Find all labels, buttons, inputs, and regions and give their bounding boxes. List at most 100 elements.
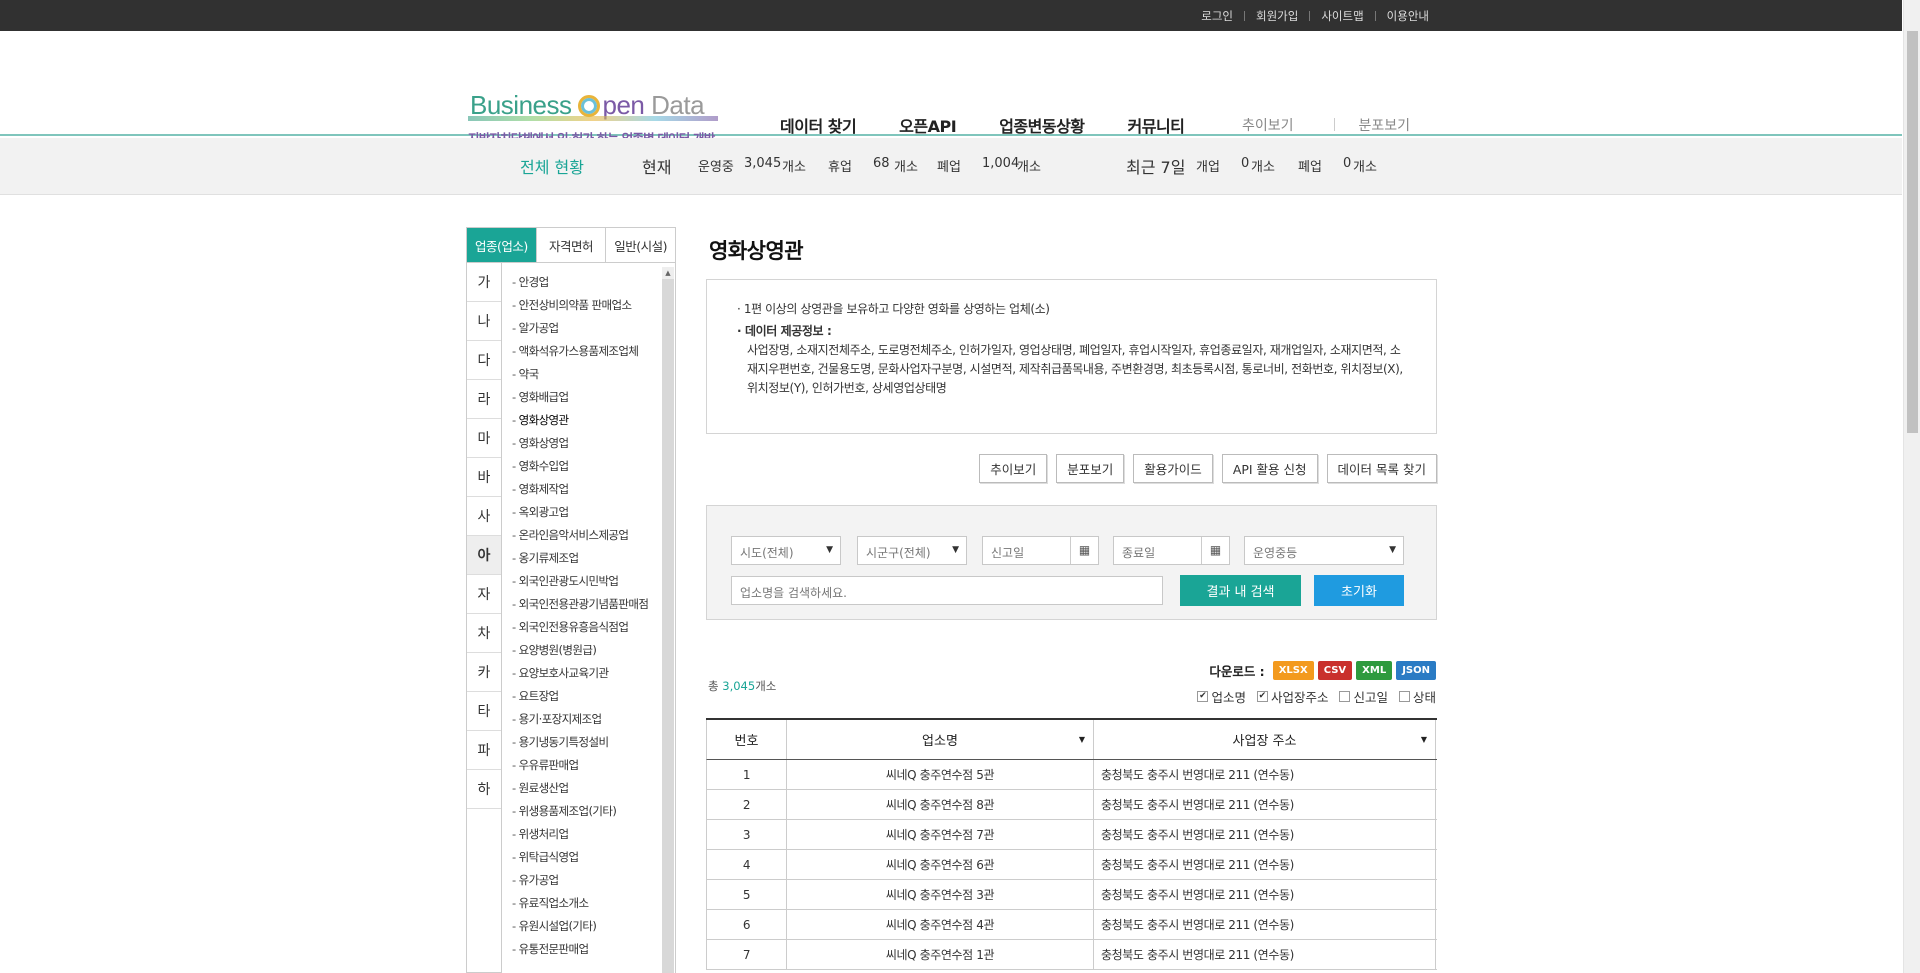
list-item[interactable]: 외국인전용관광기념품판매점: [502, 593, 675, 616]
tab-business[interactable]: 업종(업소): [467, 228, 537, 262]
table-row[interactable]: 3 씨네Q 충주연수점 7관 충청북도 충주시 번영대로 211 (연수동): [706, 820, 1437, 850]
checkbox[interactable]: ✔: [1256, 691, 1268, 702]
nav-data-find[interactable]: 데이터 찾기: [780, 113, 857, 137]
cell-name[interactable]: 씨네Q 충주연수점 4관: [787, 910, 1094, 939]
cell-name[interactable]: 씨네Q 충주연수점 7관: [787, 820, 1094, 849]
login-link[interactable]: 로그인: [1190, 8, 1244, 24]
end-date-input[interactable]: 종료일 ▦: [1113, 536, 1230, 565]
column-checkbox-name[interactable]: ✔ 업소명: [1197, 687, 1246, 706]
list-item[interactable]: 안전상비의약품 판매업소: [502, 294, 675, 317]
page-scrollbar[interactable]: [1903, 0, 1920, 973]
list-item[interactable]: 알가공업: [502, 317, 675, 340]
list-item[interactable]: 외국인관광도시민박업: [502, 570, 675, 593]
list-item[interactable]: 영화제작업: [502, 478, 675, 501]
distribution-button[interactable]: 분포보기: [1056, 454, 1125, 483]
cell-name[interactable]: 씨네Q 충주연수점 1관: [787, 940, 1094, 969]
list-item[interactable]: 위생처리업: [502, 823, 675, 846]
index-ha[interactable]: 하: [467, 770, 501, 809]
index-sa[interactable]: 사: [467, 497, 501, 536]
cell-name[interactable]: 씨네Q 충주연수점 5관: [787, 760, 1094, 789]
list-item[interactable]: 액화석유가스용품제조업체: [502, 340, 675, 363]
scrollbar-thumb[interactable]: [1907, 31, 1918, 433]
index-pa[interactable]: 파: [467, 731, 501, 770]
download-xlsx-button[interactable]: XLSX: [1272, 661, 1314, 680]
header-name[interactable]: 업소명 ▼: [787, 720, 1094, 759]
list-item[interactable]: 원료생산업: [502, 777, 675, 800]
index-ba[interactable]: 바: [467, 458, 501, 497]
status-select[interactable]: 운영중등 ▼: [1244, 536, 1404, 565]
download-csv-button[interactable]: CSV: [1317, 661, 1353, 680]
list-item[interactable]: 영화배급업: [502, 386, 675, 409]
sort-icon[interactable]: ▼: [1079, 735, 1085, 744]
checkbox[interactable]: [1339, 691, 1351, 702]
sigungu-select[interactable]: 시군구(전체) ▼: [857, 536, 967, 565]
data-list-button[interactable]: 데이터 목록 찾기: [1326, 454, 1437, 483]
index-da[interactable]: 다: [467, 341, 501, 380]
cell-name[interactable]: 씨네Q 충주연수점 8관: [787, 790, 1094, 819]
index-a[interactable]: 아: [467, 536, 501, 575]
list-item[interactable]: 위생용품제조업(기타): [502, 800, 675, 823]
calendar-icon[interactable]: ▦: [1070, 537, 1098, 564]
list-item[interactable]: 우유류판매업: [502, 754, 675, 777]
table-row[interactable]: 5 씨네Q 충주연수점 3관 충청북도 충주시 번영대로 211 (연수동): [706, 880, 1437, 910]
search-button[interactable]: 결과 내 검색: [1180, 575, 1301, 606]
category-scrollbar[interactable]: ▲: [662, 267, 674, 973]
table-row[interactable]: 4 씨네Q 충주연수점 6관 충청북도 충주시 번영대로 211 (연수동): [706, 850, 1437, 880]
checkbox[interactable]: [1398, 691, 1410, 702]
list-item[interactable]: 안경업: [502, 271, 675, 294]
list-item[interactable]: 유통전문판매업: [502, 938, 675, 961]
list-item[interactable]: 유가공업: [502, 869, 675, 892]
sido-select[interactable]: 시도(전체) ▼: [731, 536, 841, 565]
nav-industry-change[interactable]: 업종변동상황: [999, 113, 1085, 137]
signup-link[interactable]: 회원가입: [1245, 8, 1309, 24]
list-item-selected[interactable]: 영화상영관: [502, 409, 675, 432]
table-row[interactable]: 7 씨네Q 충주연수점 1관 충청북도 충주시 번영대로 211 (연수동): [706, 940, 1437, 970]
index-ka[interactable]: 카: [467, 653, 501, 692]
list-item[interactable]: 옹기류제조업: [502, 547, 675, 570]
sort-icon[interactable]: ▼: [1421, 735, 1427, 744]
index-cha[interactable]: 차: [467, 614, 501, 653]
tab-license[interactable]: 자격면허: [537, 228, 607, 262]
checkbox[interactable]: ✔: [1197, 691, 1209, 702]
list-item[interactable]: 용기·포장지제조업: [502, 708, 675, 731]
column-checkbox-address[interactable]: ✔ 사업장주소: [1256, 687, 1328, 706]
nav-trend[interactable]: 추이보기: [1242, 115, 1294, 135]
nav-distribution[interactable]: 분포보기: [1359, 115, 1411, 135]
nav-open-api[interactable]: 오픈API: [899, 113, 957, 137]
list-item[interactable]: 옥외광고업: [502, 501, 675, 524]
start-date-input[interactable]: 신고일 ▦: [982, 536, 1099, 565]
index-ga[interactable]: 가: [467, 263, 501, 302]
index-ma[interactable]: 마: [467, 419, 501, 458]
table-row[interactable]: 6 씨네Q 충주연수점 4관 충청북도 충주시 번영대로 211 (연수동): [706, 910, 1437, 940]
list-item[interactable]: 외국인전용유흥음식점업: [502, 616, 675, 639]
table-row[interactable]: 2 씨네Q 충주연수점 8관 충청북도 충주시 번영대로 211 (연수동): [706, 790, 1437, 820]
reset-button[interactable]: 초기화: [1314, 575, 1404, 606]
cell-name[interactable]: 씨네Q 충주연수점 3관: [787, 880, 1094, 909]
scroll-up-icon[interactable]: ▲: [662, 267, 674, 279]
trend-button[interactable]: 추이보기: [979, 454, 1048, 483]
list-item[interactable]: 요양보호사교육기관: [502, 662, 675, 685]
list-item[interactable]: 용기냉동기특정설비: [502, 731, 675, 754]
list-item[interactable]: 요트장업: [502, 685, 675, 708]
list-item[interactable]: 영화수입업: [502, 455, 675, 478]
list-item[interactable]: 유료직업소개소: [502, 892, 675, 915]
header-address[interactable]: 사업장 주소 ▼: [1094, 720, 1436, 759]
list-item[interactable]: 온라인음악서비스제공업: [502, 524, 675, 547]
list-item[interactable]: 영화상영업: [502, 432, 675, 455]
usage-guide-button[interactable]: 활용가이드: [1133, 454, 1213, 483]
table-row[interactable]: 1 씨네Q 충주연수점 5관 충청북도 충주시 번영대로 211 (연수동): [706, 760, 1437, 790]
index-ja[interactable]: 자: [467, 575, 501, 614]
index-na[interactable]: 나: [467, 302, 501, 341]
sitemap-link[interactable]: 사이트맵: [1310, 8, 1374, 24]
nav-community[interactable]: 커뮤니티: [1128, 113, 1185, 137]
list-item[interactable]: 요양병원(병원급): [502, 639, 675, 662]
calendar-icon[interactable]: ▦: [1201, 537, 1229, 564]
list-item[interactable]: 약국: [502, 363, 675, 386]
index-ta[interactable]: 타: [467, 692, 501, 731]
cell-name[interactable]: 씨네Q 충주연수점 6관: [787, 850, 1094, 879]
list-item[interactable]: 유원시설업(기타): [502, 915, 675, 938]
api-apply-button[interactable]: API 활용 신청: [1221, 454, 1318, 483]
column-checkbox-date[interactable]: 신고일: [1339, 687, 1388, 706]
guide-link[interactable]: 이용안내: [1376, 8, 1440, 24]
tab-facility[interactable]: 일반(시설): [606, 228, 675, 262]
